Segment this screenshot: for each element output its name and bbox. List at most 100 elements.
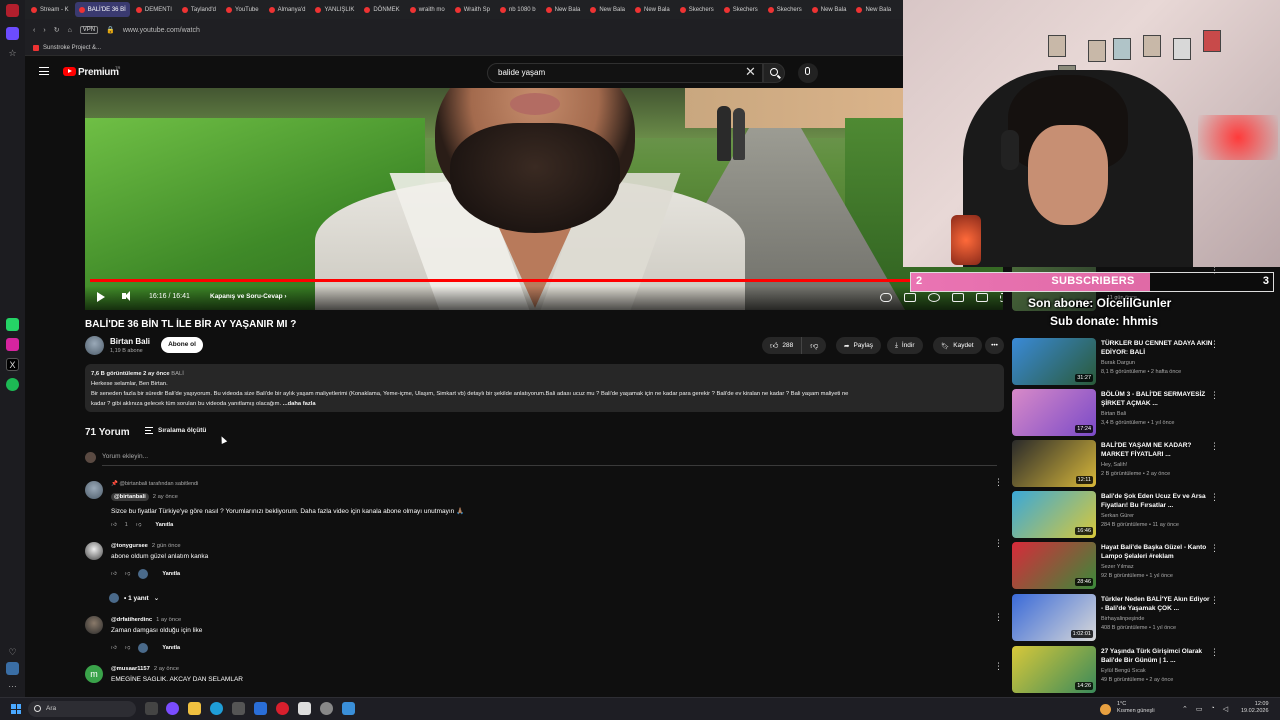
video-title[interactable]: TÜRKLER BU CENNET ADAYA AKIN EDİYOR: BAL… <box>1101 339 1213 357</box>
heart-icon[interactable]: ♡ <box>6 646 19 659</box>
browser-tab[interactable]: BALİ'DE 36 Bİ <box>74 2 130 17</box>
channel-name[interactable]: Eylül Bengü Sıcak <box>1101 668 1146 674</box>
browser-tab[interactable]: Tayland'd <box>178 2 220 17</box>
description-box[interactable]: 7,6 B görüntüleme 2 ay önce BALİ Herkese… <box>85 364 1004 412</box>
channel-name[interactable]: Burak Dargun <box>1101 360 1135 366</box>
recommended-video[interactable]: 17:24 BÖLÜM 3 - BALİ'DE SERMAYESİZ ŞİRKET… <box>1012 389 1220 438</box>
like-button[interactable]: 👍︎ 288 <box>762 337 803 354</box>
extension-icon[interactable] <box>6 662 19 675</box>
video-title[interactable]: Bali'de Şok Eden Ucuz Ev ve Arsa Fiyatla… <box>1101 492 1213 510</box>
tray-arrow-icon[interactable]: ⌃ <box>1182 705 1188 713</box>
whatsapp-icon[interactable] <box>6 318 19 331</box>
browser-tab[interactable]: YANLIŞLIK <box>311 2 358 17</box>
browser-tab[interactable]: Stream - K <box>27 2 73 17</box>
more-actions-button[interactable]: ••• <box>985 337 1004 354</box>
browser-tab[interactable]: Skechers <box>720 2 762 17</box>
menu-icon[interactable] <box>39 67 49 75</box>
browser-tab[interactable]: DEMENTI <box>132 2 176 17</box>
author-badge[interactable]: @birtanbali <box>111 493 149 501</box>
author-name[interactable]: @tonygursee <box>111 543 148 549</box>
video-menu-icon[interactable]: ⋮ <box>1210 339 1219 350</box>
browser-tab[interactable]: Skechers <box>764 2 806 17</box>
author-name[interactable]: @drfatiherdinc <box>111 617 152 623</box>
browser-tab[interactable]: New Bala <box>808 2 851 17</box>
comment-avatar[interactable] <box>85 481 103 499</box>
browser-tab[interactable]: Skechers <box>676 2 718 17</box>
video-title[interactable]: Hayat Bali'de Başka Güzel - Kanto Lampo … <box>1101 543 1213 561</box>
vpn-badge[interactable]: VPN <box>79 26 99 34</box>
recommended-video[interactable]: 16:46 Bali'de Şok Eden Ucuz Ev ve Arsa Fi… <box>1012 491 1220 540</box>
reply-button[interactable]: Yanıtla <box>162 645 180 651</box>
obs-icon[interactable] <box>320 702 333 715</box>
reply-button[interactable]: Yanıtla <box>155 522 173 528</box>
channel-name[interactable]: Birtan Bali <box>110 337 150 346</box>
clock[interactable]: 12:09 19.02.2026 <box>1241 701 1269 715</box>
bookmark-item[interactable]: Sunstroke Project &... <box>43 45 101 51</box>
comment-menu-icon[interactable]: ⋮ <box>994 662 1003 671</box>
voice-search-button[interactable] <box>798 63 818 83</box>
download-button[interactable]: ⤓ İndir <box>887 337 923 354</box>
reload-icon[interactable]: ↻ <box>54 26 60 34</box>
browser-tab[interactable]: Almanya'd <box>265 2 310 17</box>
comment-menu-icon[interactable]: ⋮ <box>994 478 1003 487</box>
more-icon[interactable]: … <box>6 678 19 691</box>
dislike-button[interactable]: 👎︎ <box>802 337 827 354</box>
notepad-icon[interactable] <box>298 702 311 715</box>
comment-menu-icon[interactable]: ⋮ <box>994 539 1003 548</box>
recommended-video[interactable]: 12:11 BALİ'DE YAŞAM NE KADAR? MARKET FİYA… <box>1012 440 1220 489</box>
x-icon[interactable]: X <box>6 358 19 371</box>
subtitles-icon[interactable] <box>904 293 916 302</box>
video-thumbnail[interactable]: 31:27 <box>1012 338 1096 385</box>
file-explorer-icon[interactable] <box>188 702 201 715</box>
browser-tab[interactable]: Wraith Sp <box>451 2 494 17</box>
comment-avatar[interactable] <box>85 616 103 634</box>
browser-tab[interactable]: nb 1080 b <box>496 2 540 17</box>
video-title[interactable]: Türkler Neden BALİ'YE Akın Ediyor - Bali… <box>1101 595 1213 613</box>
video-thumbnail[interactable]: 14:26 <box>1012 646 1096 693</box>
browser-tab[interactable]: YouTube <box>222 2 263 17</box>
clear-search-icon[interactable]: ✕ <box>745 64 756 80</box>
url-text[interactable]: www.youtube.com/watch <box>123 27 200 34</box>
comment-avatar[interactable]: m <box>85 665 103 683</box>
thumbs-up-icon[interactable]: 👍︎ <box>111 522 117 528</box>
search-input[interactable]: balide yaşam <box>487 63 763 83</box>
video-menu-icon[interactable]: ⋮ <box>1210 441 1219 452</box>
video-menu-icon[interactable]: ⋮ <box>1210 595 1219 606</box>
spotify-icon[interactable] <box>6 378 19 391</box>
video-thumbnail[interactable]: 17:24 <box>1012 389 1096 436</box>
taskbar-search[interactable]: Ara <box>28 701 136 717</box>
reply-button[interactable]: Yanıtla <box>162 571 180 577</box>
theater-mode-icon[interactable] <box>976 293 988 302</box>
thumbs-up-icon[interactable]: 👍︎ <box>111 645 117 651</box>
home-icon[interactable] <box>6 27 19 40</box>
miniplayer-icon[interactable] <box>952 293 964 302</box>
store-icon[interactable] <box>232 702 245 715</box>
comment-menu-icon[interactable]: ⋮ <box>994 613 1003 622</box>
recommended-video[interactable]: 1:02:01 Türkler Neden BALİ'YE Akın Ediyor… <box>1012 594 1220 643</box>
recommended-video[interactable]: 14:26 27 Yaşında Türk Girişimci Olarak Ba… <box>1012 646 1220 695</box>
show-more-link[interactable]: ...daha fazla <box>283 401 316 407</box>
home-icon[interactable]: ⌂ <box>68 27 72 34</box>
weather-widget[interactable]: 1°C Kısmen güneşli <box>1117 701 1155 715</box>
youtube-logo-icon[interactable] <box>63 67 76 76</box>
comment-time[interactable]: 2 ay önce <box>154 666 179 672</box>
bookmark-star-icon[interactable]: ☆ <box>6 47 19 60</box>
volume-icon[interactable]: ◁ <box>1223 705 1228 713</box>
video-thumbnail[interactable]: 16:46 <box>1012 491 1096 538</box>
channel-name[interactable]: Serkan Gürer <box>1101 513 1134 519</box>
recommended-video[interactable]: 28:46 Hayat Bali'de Başka Güzel - Kanto L… <box>1012 542 1220 591</box>
sort-button[interactable]: Sıralama ölçütü <box>145 427 206 434</box>
comment-time[interactable]: 1 ay önce <box>156 617 181 623</box>
wifi-icon[interactable]: ◔ <box>1211 705 1215 713</box>
browser-tab[interactable]: wraith mo <box>406 2 449 17</box>
show-replies-button[interactable]: • 1 yanıt ⌄ <box>109 593 159 603</box>
channel-name[interactable]: Hey, Salih! <box>1101 462 1127 468</box>
progress-bar[interactable] <box>90 279 998 282</box>
thumbs-up-icon[interactable]: 👍︎ <box>111 571 117 577</box>
opera-icon[interactable] <box>276 702 289 715</box>
task-view-icon[interactable] <box>145 702 158 715</box>
recommended-video[interactable]: 31:27 TÜRKLER BU CENNET ADAYA AKIN EDİYOR… <box>1012 338 1220 387</box>
opera-logo-icon[interactable] <box>6 4 19 17</box>
channel-name[interactable]: Birhayalinpeşinde <box>1101 616 1144 622</box>
video-menu-icon[interactable]: ⋮ <box>1210 647 1219 658</box>
